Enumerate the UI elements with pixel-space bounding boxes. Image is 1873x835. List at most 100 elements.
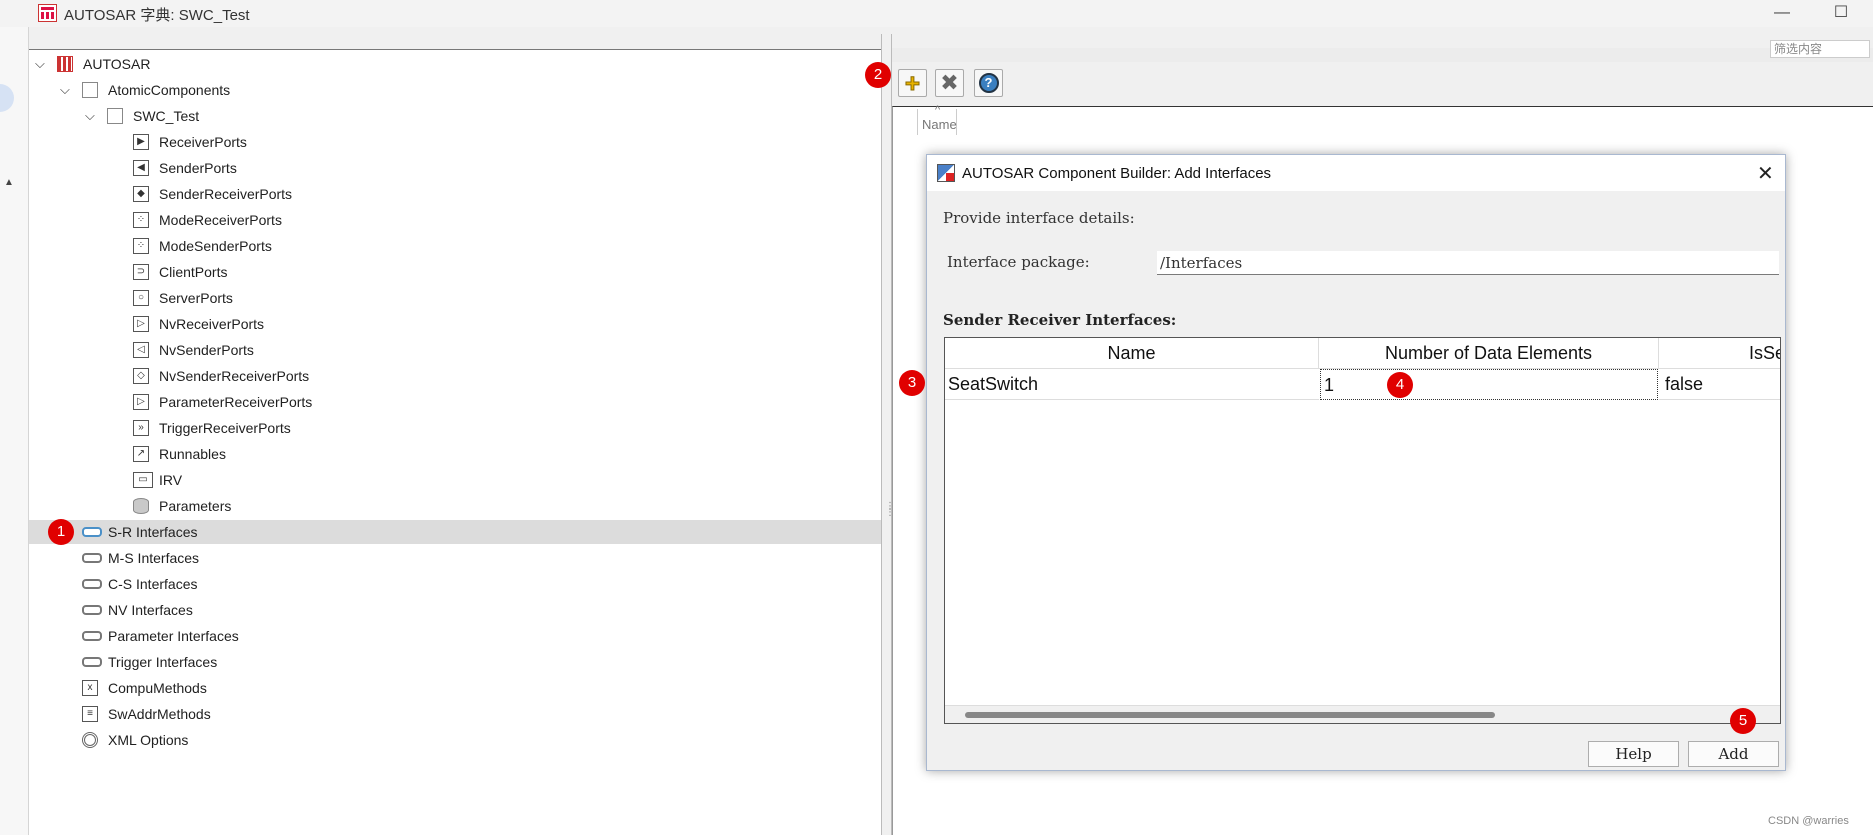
annotation-badge-5: 5 [1730, 708, 1756, 734]
tree-item-sender-ports[interactable]: ◀ SenderPorts [29, 156, 881, 180]
minimize-button[interactable]: — [1770, 2, 1794, 24]
column-header-data-elements[interactable]: Number of Data Elements [1319, 338, 1659, 369]
tree-item-cs-interfaces[interactable]: C-S Interfaces [29, 572, 881, 596]
toolbar: + ✖ ? [892, 62, 1873, 106]
delete-button[interactable]: ✖ [935, 69, 964, 97]
maximize-button[interactable]: ☐ [1829, 2, 1853, 24]
chevron-down-icon[interactable]: ⌵ [85, 108, 99, 124]
interface-icon [82, 553, 102, 563]
interface-icon [82, 631, 102, 641]
plus-icon: + [904, 68, 921, 98]
tree-item-label: ReceiverPorts [159, 134, 247, 150]
panel-splitter[interactable]: ⋮ ⋮ [881, 34, 895, 835]
mode-receiver-port-icon: ⁘ [133, 212, 149, 228]
horizontal-scrollbar[interactable] [945, 705, 1780, 723]
cell-number-of-data-elements[interactable]: 1 [1320, 369, 1658, 400]
tree-item-parameters[interactable]: Parameters [29, 494, 881, 518]
add-button[interactable]: Add [1688, 741, 1779, 767]
interface-icon [82, 527, 102, 537]
add-interface-button[interactable]: + [898, 69, 927, 97]
gear-icon [82, 732, 98, 748]
help-button[interactable]: Help [1588, 741, 1679, 767]
tree-item-label: SwAddrMethods [108, 706, 211, 722]
tree-item-client-ports[interactable]: ⊃ ClientPorts [29, 260, 881, 284]
tree-item-nv-receiver-ports[interactable]: ▷ NvReceiverPorts [29, 312, 881, 336]
document-icon: ≡ [82, 706, 98, 722]
function-icon: x [82, 680, 98, 696]
help-icon: ? [978, 73, 999, 93]
tree-item-nv-sender-receiver-ports[interactable]: ◇ NvSenderReceiverPorts [29, 364, 881, 388]
tree-item-irv[interactable]: ▭ IRV [29, 468, 881, 492]
tree-item-autosar[interactable]: ⌵ AUTOSAR [29, 52, 881, 76]
tree-item-label: NvSenderReceiverPorts [159, 368, 310, 384]
dialog-titlebar: AUTOSAR Component Builder: Add Interface… [927, 155, 1785, 191]
annotation-badge-1: 1 [48, 519, 74, 545]
tree-item-trigger-interfaces[interactable]: Trigger Interfaces [29, 650, 881, 674]
tree-item-swc-test[interactable]: ⌵ SWC_Test [29, 104, 881, 128]
tree-item-label: SenderReceiverPorts [159, 186, 293, 202]
tree-item-nv-interfaces[interactable]: NV Interfaces [29, 598, 881, 622]
server-port-icon: ○ [133, 290, 149, 306]
tree-item-label: Parameters [159, 498, 232, 514]
dialog-title: AUTOSAR Component Builder: Add Interface… [962, 165, 1272, 182]
interface-icon [82, 605, 102, 615]
circle-icon [0, 84, 14, 112]
sr-interfaces-heading: Sender Receiver Interfaces: [943, 311, 1177, 329]
collapse-arrow-icon[interactable]: ▲ [4, 177, 14, 188]
tree-item-atomic-components[interactable]: ⌵ AtomicComponents [29, 78, 881, 102]
name-column-header[interactable]: Name [917, 104, 957, 135]
chevron-down-icon[interactable]: ⌵ [35, 56, 49, 72]
tree-item-nv-sender-ports[interactable]: ◁ NvSenderPorts [29, 338, 881, 362]
interface-icon [82, 579, 102, 589]
tree-item-label: SenderPorts [159, 160, 237, 176]
tree-item-parameter-receiver-ports[interactable]: ▷ ParameterReceiverPorts [29, 390, 881, 414]
tree-item-parameter-interfaces[interactable]: Parameter Interfaces [29, 624, 881, 648]
annotation-badge-3: 3 [899, 370, 925, 396]
tree-item-ms-interfaces[interactable]: M-S Interfaces [29, 546, 881, 570]
chevron-down-icon[interactable]: ⌵ [60, 82, 74, 98]
annotation-badge-4: 4 [1387, 372, 1413, 398]
tree-item-trigger-receiver-ports[interactable]: » TriggerReceiverPorts [29, 416, 881, 440]
delete-x-icon: ✖ [940, 70, 959, 95]
column-header-is-service[interactable]: IsSe [1659, 338, 1780, 369]
filter-input[interactable]: 筛选内容 [1770, 40, 1870, 58]
tree-item-mode-sender-ports[interactable]: ⁘ ModeSenderPorts [29, 234, 881, 258]
tree-item-label: ParameterReceiverPorts [159, 394, 313, 410]
left-edge-strip: ▲ [0, 27, 29, 835]
column-header-name[interactable]: Name [945, 338, 1319, 369]
interface-package-label: Interface package: [947, 253, 1090, 271]
tree-item-receiver-ports[interactable]: ▶ ReceiverPorts [29, 130, 881, 154]
autosar-root-icon [57, 56, 73, 72]
tree-item-label: C-S Interfaces [108, 576, 198, 592]
tree-panel: ⌵ AUTOSAR ⌵ AtomicComponents ⌵ SWC_Test … [29, 49, 881, 835]
receiver-port-icon: ▶ [133, 134, 149, 150]
scrollbar-thumb[interactable] [965, 712, 1495, 718]
tree-item-label: XML Options [108, 732, 189, 748]
tree-item-label: Parameter Interfaces [108, 628, 239, 644]
tree-item-sr-interfaces[interactable]: S-R Interfaces [29, 520, 881, 544]
tree-item-label: M-S Interfaces [108, 550, 200, 566]
filter-bar [892, 48, 1873, 62]
tree-item-compu-methods[interactable]: x CompuMethods [29, 676, 881, 700]
cell-name[interactable]: SeatSwitch [945, 369, 1319, 400]
tree-item-runnables[interactable]: ↗ Runnables [29, 442, 881, 466]
tree-item-label: TriggerReceiverPorts [159, 420, 291, 436]
tree-item-sender-receiver-ports[interactable]: ◆ SenderReceiverPorts [29, 182, 881, 206]
database-icon [133, 498, 149, 514]
interface-package-input[interactable] [1157, 251, 1779, 275]
component-builder-icon [937, 164, 955, 182]
tree-item-label: S-R Interfaces [108, 524, 198, 540]
sender-port-icon: ◀ [133, 160, 149, 176]
tree-item-sw-addr-methods[interactable]: ≡ SwAddrMethods [29, 702, 881, 726]
tree-item-label: ClientPorts [159, 264, 228, 280]
tree-item-server-ports[interactable]: ○ ServerPorts [29, 286, 881, 310]
dialog-instruction: Provide interface details: [943, 209, 1135, 227]
trigger-receiver-port-icon: » [133, 420, 149, 436]
tree-item-mode-receiver-ports[interactable]: ⁘ ModeReceiverPorts [29, 208, 881, 232]
add-interfaces-dialog: AUTOSAR Component Builder: Add Interface… [926, 154, 1786, 771]
tree-item-xml-options[interactable]: XML Options [29, 728, 881, 752]
close-icon[interactable]: ✕ [1757, 161, 1774, 186]
help-button[interactable]: ? [974, 69, 1003, 97]
cell-is-service[interactable]: false [1659, 369, 1780, 400]
nv-receiver-port-icon: ▷ [133, 316, 149, 332]
